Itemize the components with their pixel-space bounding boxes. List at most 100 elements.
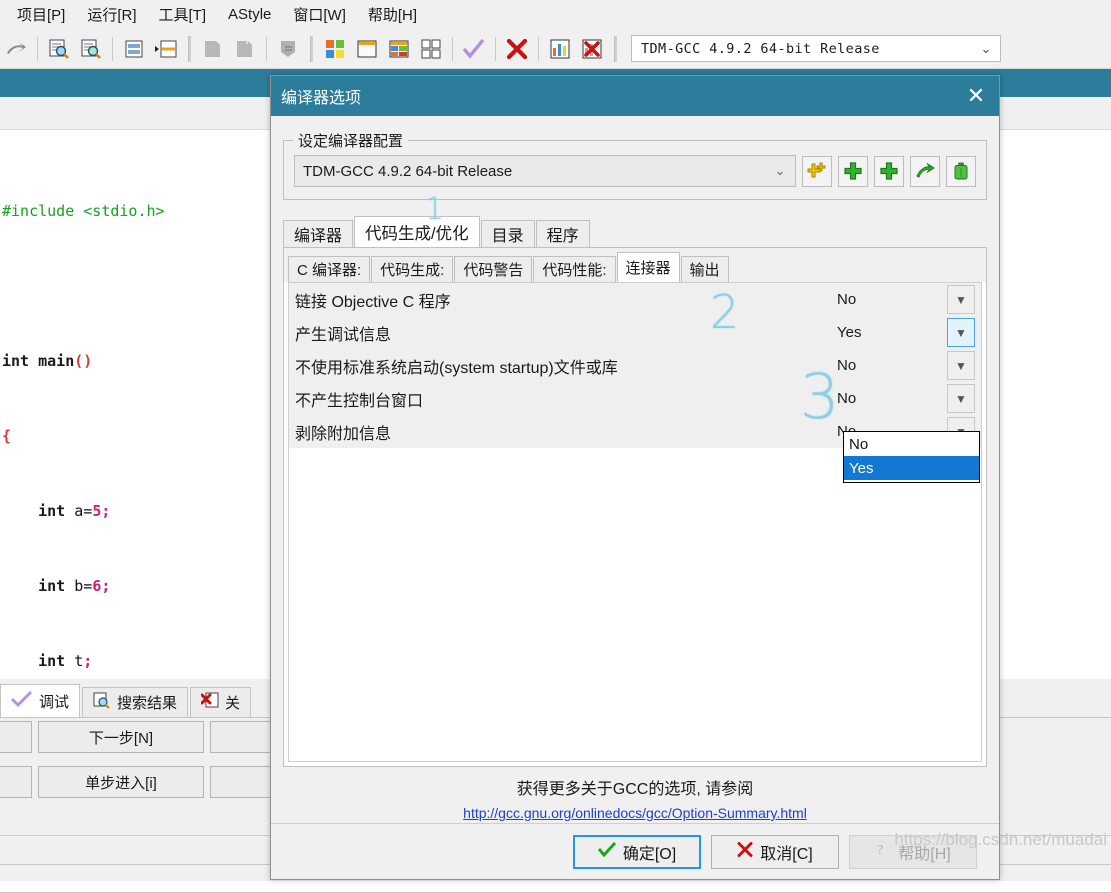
cancel-button[interactable]: 取消[C] [711, 834, 839, 869]
option-row: 不使用标准系统启动(system startup)文件或库 No ▼ [289, 349, 981, 382]
chevron-down-icon: ⌄ [774, 163, 786, 178]
tab-directories[interactable]: 目录 [480, 220, 535, 247]
tab-codegen-optimization[interactable]: 代码生成/优化 [354, 216, 480, 247]
add-config-button[interactable] [838, 155, 868, 187]
tab-output[interactable]: 输出 [680, 256, 729, 282]
run-icon[interactable] [230, 34, 260, 64]
chart-icon[interactable] [545, 34, 575, 64]
option-value: No [837, 357, 857, 374]
gcc-help-link[interactable]: http://gcc.gnu.org/onlinedocs/gcc/Option… [283, 805, 987, 821]
question-icon: ? [875, 841, 891, 862]
option-value: No [837, 390, 857, 407]
toolbar-separator [188, 35, 191, 62]
compile-icon[interactable] [198, 34, 228, 64]
option-value: Yes [837, 324, 862, 341]
tab-close[interactable]: 关 [190, 687, 252, 717]
tab-c-compiler[interactable]: C 编译器: [288, 256, 371, 282]
compiler-set-value: TDM-GCC 4.9.2 64-bit Release [641, 40, 880, 57]
menu-item-run[interactable]: 运行[R] [76, 2, 147, 27]
cross-red-icon [737, 841, 753, 862]
config-row: TDM-GCC 4.9.2 64-bit Release ⌄ [294, 155, 976, 187]
tab-compiler[interactable]: 编译器 [283, 220, 354, 247]
menu-bar: 项目[P] 运行[R] 工具[T] AStyle 窗口[W] 帮助[H] [0, 0, 1111, 29]
option-dropdown-arrow-focused[interactable]: ▼ [947, 318, 975, 347]
debug-button-partial-left-bottom[interactable]: W] [0, 766, 32, 798]
toolbar: TDM-GCC 4.9.2 64-bit Release ⌄ [0, 29, 1111, 69]
compiler-config-group: 设定编译器配置 TDM-GCC 4.9.2 64-bit Release ⌄ [283, 130, 987, 200]
option-label: 不产生控制台窗口 [295, 392, 424, 410]
option-row: 产生调试信息 Yes ▼ [289, 316, 981, 349]
tab-search-results[interactable]: 搜索结果 [82, 687, 189, 717]
svg-text:?: ? [877, 843, 883, 857]
tab-debug[interactable]: 调试 [0, 684, 81, 717]
export-config-button[interactable] [910, 155, 940, 187]
chevron-down-icon: ⌄ [980, 40, 992, 56]
option-dropdown-arrow[interactable]: ▼ [947, 384, 975, 413]
toggle-bookmark-icon[interactable] [151, 34, 181, 64]
toolbar-separator [538, 36, 539, 61]
profile-icon[interactable] [384, 34, 414, 64]
option-dropdown-popup[interactable]: No Yes [843, 431, 980, 483]
close-icon[interactable]: ✕ [953, 76, 999, 116]
group-legend: 设定编译器配置 [293, 130, 409, 151]
delete-config-button[interactable] [946, 155, 976, 187]
dropdown-item-no[interactable]: No [844, 432, 979, 456]
debug-button-partial-left-top[interactable] [0, 721, 32, 753]
menu-item-help[interactable]: 帮助[H] [357, 2, 428, 27]
option-row: 链接 Objective C 程序 No ▼ [289, 283, 981, 316]
dropdown-item-yes-selected[interactable]: Yes [844, 456, 979, 480]
option-dropdown-arrow[interactable]: ▼ [947, 285, 975, 314]
chart-error-icon[interactable] [577, 34, 607, 64]
compile-run-icon[interactable] [273, 34, 303, 64]
option-label: 不使用标准系统启动(system startup)文件或库 [295, 359, 618, 377]
check-icon[interactable] [459, 34, 489, 64]
goto-line-icon[interactable] [119, 34, 149, 64]
tab-debug-label: 调试 [39, 693, 70, 711]
toolbar-separator [614, 35, 617, 62]
dialog-inner-tabs: C 编译器: 代码生成: 代码警告 代码性能: 连接器 输出 [284, 248, 986, 282]
tab-code-warnings[interactable]: 代码警告 [454, 256, 533, 282]
delete-icon[interactable] [502, 34, 532, 64]
dialog-footer: 确定[O] 取消[C] ? 帮助[H] [271, 823, 999, 879]
ok-button[interactable]: 确定[O] [573, 834, 701, 869]
duplicate-config-button[interactable] [874, 155, 904, 187]
option-label: 剥除附加信息 [295, 425, 392, 443]
gcc-help-text: 获得更多关于GCC的选项, 请参阅 [516, 781, 754, 798]
option-label: 产生调试信息 [295, 326, 392, 344]
dialog-title-bar: 编译器选项 ✕ [271, 76, 999, 116]
option-dropdown-arrow[interactable]: ▼ [947, 351, 975, 380]
menu-item-project[interactable]: 项目[P] [6, 2, 76, 27]
tab-close-label: 关 [225, 695, 241, 712]
debug-button-step-into[interactable]: 单步进入[i] [38, 766, 204, 798]
annotation-1: 1 [425, 192, 445, 227]
compiler-options-dialog: 编译器选项 ✕ 设定编译器配置 TDM-GCC 4.9.2 64-bit Rel… [270, 75, 1000, 880]
annotation-3: 3 [800, 360, 840, 433]
dialog-outer-tabs: 编译器 代码生成/优化 目录 程序 [283, 216, 987, 247]
find-replace-icon[interactable] [76, 34, 106, 64]
tile-icon[interactable] [320, 34, 350, 64]
menu-item-tools[interactable]: 工具[T] [148, 2, 218, 27]
tile-windows-icon[interactable] [416, 34, 446, 64]
menu-item-astyle[interactable]: AStyle [217, 4, 282, 25]
find-icon [93, 692, 111, 713]
menu-item-window[interactable]: 窗口[W] [282, 2, 357, 27]
redo-arrow-icon[interactable] [1, 34, 31, 64]
toolbar-separator [452, 36, 453, 61]
new-window-icon[interactable] [352, 34, 382, 64]
tab-code-generation[interactable]: 代码生成: [371, 256, 454, 282]
find-icon[interactable] [44, 34, 74, 64]
tab-programs[interactable]: 程序 [535, 220, 590, 247]
check-icon [11, 691, 33, 711]
tab-linker[interactable]: 连接器 [616, 252, 680, 282]
cancel-button-label: 取消[C] [760, 845, 813, 863]
tab-code-performance[interactable]: 代码性能: [533, 256, 616, 282]
debug-button-next[interactable]: 下一步[N] [38, 721, 204, 753]
linker-options-list: 链接 Objective C 程序 No ▼ 产生调试信息 Yes ▼ 不使用标… [288, 282, 982, 762]
compiler-set-combo[interactable]: TDM-GCC 4.9.2 64-bit Release ⌄ [631, 35, 1001, 62]
close-red-icon [200, 692, 219, 713]
rename-config-button[interactable] [802, 155, 832, 187]
toolbar-separator [310, 35, 313, 62]
watermark: https://blog.csdn.net/muadai [894, 830, 1107, 849]
compiler-config-combo[interactable]: TDM-GCC 4.9.2 64-bit Release ⌄ [294, 155, 796, 187]
toolbar-separator [266, 36, 267, 61]
